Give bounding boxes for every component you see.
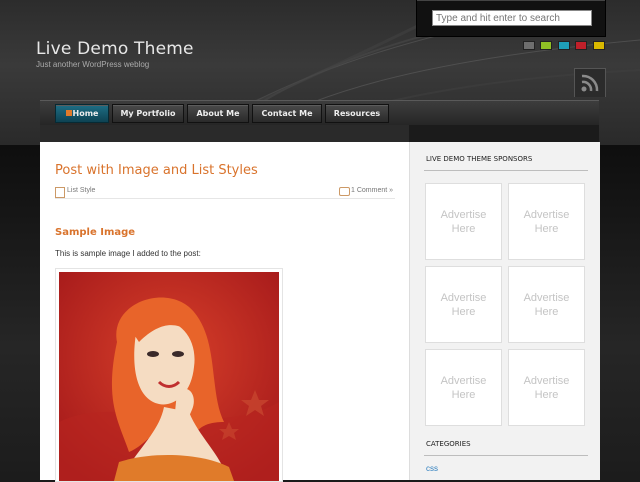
- nav-my-portfolio[interactable]: My Portfolio: [112, 104, 184, 123]
- search-input[interactable]: [432, 10, 592, 26]
- ad-text: Advertise: [440, 209, 487, 221]
- ad-text: Advertise: [440, 375, 487, 387]
- ad-text: Advertise: [440, 292, 487, 304]
- ad-slot[interactable]: Advertise Here: [508, 266, 585, 343]
- ad-slot[interactable]: Advertise Here: [425, 349, 502, 426]
- category-icon: [55, 187, 65, 198]
- color-swatch-yellow[interactable]: [593, 41, 605, 50]
- post-image: [55, 268, 283, 482]
- ad-text: Here: [451, 223, 476, 235]
- sidebar: LIVE DEMO THEME SPONSORS Advertise Here A…: [409, 142, 600, 480]
- categories-heading: CATEGORIES: [426, 440, 471, 448]
- ad-slot[interactable]: Advertise Here: [425, 266, 502, 343]
- ad-text: Here: [451, 306, 476, 318]
- main-content: Post with Image and List Styles List Sty…: [40, 142, 409, 482]
- ad-slot[interactable]: Advertise Here: [508, 183, 585, 260]
- sponsors-divider: [424, 170, 588, 171]
- nav-home[interactable]: Home: [55, 104, 109, 123]
- color-swatch-gray[interactable]: [523, 41, 535, 50]
- nav-resources[interactable]: Resources: [325, 104, 389, 123]
- ad-text: Here: [534, 223, 559, 235]
- post-meta: List Style 1 Comment »: [55, 185, 395, 199]
- rss-feed-button[interactable]: [574, 68, 606, 97]
- comment-icon: [339, 187, 350, 196]
- category-link-css[interactable]: css: [426, 464, 438, 473]
- ad-text: Here: [534, 306, 559, 318]
- ad-text: Advertise: [523, 292, 570, 304]
- site-tagline: Just another WordPress weblog: [36, 60, 150, 69]
- nav-underbar-right: [409, 125, 599, 142]
- section-heading: Sample Image: [55, 227, 136, 238]
- color-swatch-green[interactable]: [540, 41, 552, 50]
- color-swatch-red[interactable]: [575, 41, 587, 50]
- ad-text: Here: [451, 389, 476, 401]
- main-navigation: Home My Portfolio About Me Contact Me Re…: [40, 100, 599, 126]
- rss-icon: [581, 74, 599, 92]
- post-category-link[interactable]: List Style: [67, 187, 95, 194]
- ad-slot[interactable]: Advertise Here: [508, 349, 585, 426]
- sponsors-heading: LIVE DEMO THEME SPONSORS: [426, 155, 533, 163]
- home-icon: [65, 110, 72, 116]
- categories-divider: [424, 455, 588, 456]
- color-swatch-teal[interactable]: [558, 41, 570, 50]
- ad-slot[interactable]: Advertise Here: [425, 183, 502, 260]
- site-title[interactable]: Live Demo Theme: [36, 39, 194, 59]
- ad-text: Advertise: [523, 375, 570, 387]
- ad-text: Advertise: [523, 209, 570, 221]
- nav-home-label: Home: [72, 109, 99, 118]
- post-comments-link[interactable]: 1 Comment »: [351, 187, 393, 194]
- post-title[interactable]: Post with Image and List Styles: [55, 163, 258, 178]
- ad-text: Here: [534, 389, 559, 401]
- nav-about-me[interactable]: About Me: [187, 104, 249, 123]
- post-body-text: This is sample image I added to the post…: [55, 249, 201, 258]
- woman-illustration: [59, 272, 279, 481]
- nav-contact-me[interactable]: Contact Me: [252, 104, 322, 123]
- search-box: [416, 0, 606, 37]
